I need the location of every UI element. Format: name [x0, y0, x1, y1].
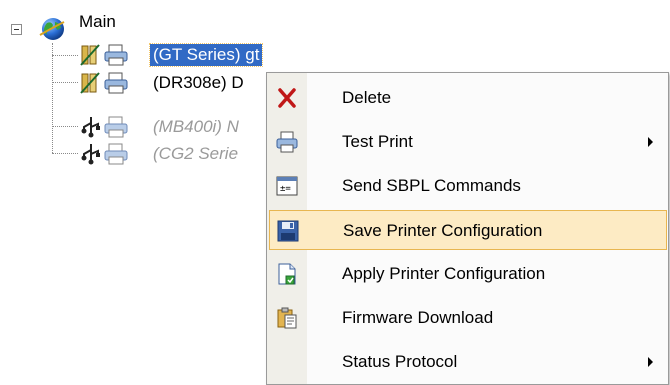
menu-item-label: Apply Printer Configuration: [342, 264, 546, 283]
menu-item-label: Firmware Download: [342, 308, 494, 327]
network-connection-icon: [80, 72, 100, 94]
menu-item-label: Send SBPL Commands: [342, 176, 521, 195]
context-menu: Delete Test Print ±= Send SBPL Commands …: [266, 72, 669, 385]
tree-root-label[interactable]: Main: [79, 11, 116, 33]
printer-icon: [104, 72, 128, 94]
menu-item-send-sbpl-commands[interactable]: ±= Send SBPL Commands: [269, 166, 667, 206]
menu-item-firmware-download[interactable]: Firmware Download: [269, 298, 667, 338]
printer-icon: [104, 143, 128, 165]
network-connection-icon: [80, 44, 100, 66]
tree-node-label[interactable]: (DR308e) D: [153, 72, 244, 94]
tree-node-label[interactable]: (GT Series) gt: [148, 43, 264, 67]
clipboard-paste-icon: [277, 307, 297, 329]
svg-text:±=: ±=: [280, 184, 291, 194]
tree-connector: [52, 43, 53, 153]
delete-x-icon: [278, 88, 296, 108]
printer-icon: [104, 116, 128, 138]
usb-icon: [81, 144, 100, 165]
collapse-toggle[interactable]: [11, 24, 22, 35]
menu-item-save-printer-configuration[interactable]: Save Printer Configuration: [269, 210, 667, 250]
printer-icon: [276, 131, 298, 153]
usb-icon: [81, 117, 100, 138]
tree-node-label[interactable]: (CG2 Serie: [153, 143, 238, 165]
tree-connector: [52, 153, 78, 154]
command-window-icon: ±=: [276, 176, 298, 196]
menu-item-test-print[interactable]: Test Print: [269, 122, 667, 162]
tree-connector: [52, 82, 78, 83]
menu-item-label: Save Printer Configuration: [343, 221, 543, 240]
printer-icon: [104, 44, 128, 66]
menu-item-apply-printer-configuration[interactable]: Apply Printer Configuration: [269, 254, 667, 294]
floppy-disk-icon: [277, 220, 299, 242]
menu-item-label: Delete: [342, 88, 392, 107]
tree-connector: [52, 126, 78, 127]
menu-item-delete[interactable]: Delete: [269, 78, 667, 118]
tree-connector: [52, 55, 78, 56]
menu-item-status-protocol[interactable]: Status Protocol: [269, 342, 667, 382]
tree-node-label[interactable]: (MB400i) N: [153, 116, 239, 138]
globe-icon: [39, 18, 65, 40]
menu-item-label: Status Protocol: [342, 352, 458, 371]
apply-document-icon: [278, 263, 296, 285]
submenu-arrow-icon: [648, 357, 653, 367]
menu-item-label: Test Print: [342, 132, 413, 151]
submenu-arrow-icon: [648, 137, 653, 147]
